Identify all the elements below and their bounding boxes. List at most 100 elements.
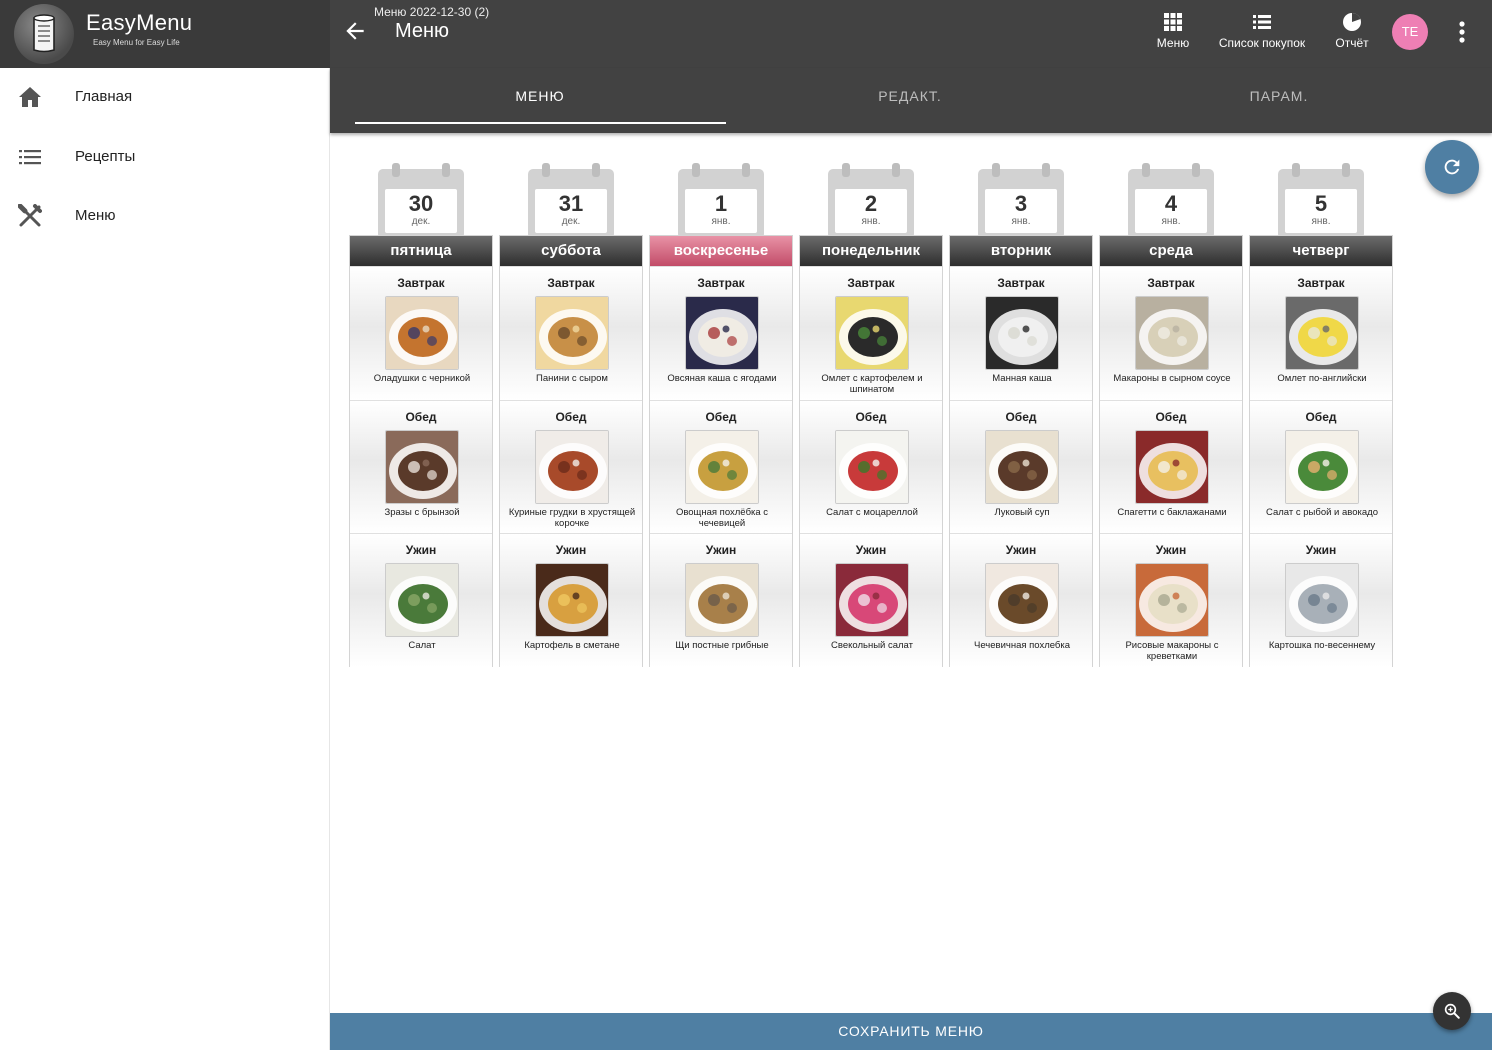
meal-slot[interactable]: Обед Салат с рыбой и авокадо [1250,399,1392,533]
day-number: 4 [1164,191,1178,216]
meal-slot[interactable]: Ужин Свекольный салат [800,533,942,667]
tab-params[interactable]: ПАРАМ. [1094,68,1464,133]
meal-slot[interactable]: Обед Овощная похлёбка с чечевицей [650,399,792,533]
dish-image[interactable] [985,563,1059,637]
meal-slot[interactable]: Обед Зразы с брынзой [350,399,492,533]
day-card: пятница Завтрак Оладушки с черникой Обед Зра… [349,235,493,667]
dish-name: Омлет с картофелем и шпинатом [821,373,923,395]
dish-image[interactable] [1135,296,1209,370]
dish-image[interactable] [835,296,909,370]
meal-slot[interactable]: Завтрак Макароны в сырном соусе [1100,266,1242,400]
dish-image[interactable] [1285,429,1359,504]
calendar-ring [442,163,450,177]
day-card: среда Завтрак Макароны в сырном соусе Обед С… [1099,235,1243,667]
weekday-header: пятница [350,236,492,266]
dish-image[interactable] [1135,429,1209,504]
dish-name: Свекольный салат [831,640,913,651]
zoom-button[interactable] [1433,992,1471,1030]
dish-image[interactable] [685,563,759,637]
meal-slot[interactable]: Ужин Рисовые макароны с креветками [1100,533,1242,667]
food-photo-icon [536,430,608,503]
month-abbr: дек. [411,216,431,227]
calendar-body: 5 янв. [1278,169,1364,239]
dish-image[interactable] [685,296,759,370]
dish-image[interactable] [535,296,609,370]
save-menu-button[interactable]: СОХРАНИТЬ МЕНЮ [330,1013,1492,1050]
tab-edit[interactable]: РЕДАКТ. [725,68,1095,133]
dish-image[interactable] [1135,563,1209,637]
meal-slot[interactable]: Обед Салат с моцареллой [800,399,942,533]
dish-image[interactable] [685,429,759,504]
dish-image[interactable] [385,563,459,637]
calendar-date-icon: 31 дек. [528,163,614,239]
food-photo-icon [386,297,458,369]
dish-image[interactable] [385,429,459,504]
shopping-list-button[interactable]: Список покупок [1212,12,1312,50]
meal-slot[interactable]: Завтрак Овсяная каша с ягодами [650,266,792,400]
food-photo-icon [1136,297,1208,369]
dish-name: Манная каша [992,373,1052,384]
meal-label: Завтрак [547,276,595,290]
meal-slot[interactable]: Завтрак Омлет по-английски [1250,266,1392,400]
list-icon [1253,15,1271,29]
calendar-ring [692,163,700,177]
dish-image[interactable] [985,429,1059,504]
dish-image[interactable] [1285,563,1359,637]
dish-image[interactable] [535,429,609,504]
calendar-date-icon: 4 янв. [1128,163,1214,239]
dish-name: Рисовые макароны с креветками [1125,640,1219,662]
refresh-icon [1444,159,1460,175]
page-subtitle: Меню 2022-12-30 (2) [374,5,490,19]
dish-image[interactable] [985,296,1059,370]
dish-image[interactable] [385,296,459,370]
zoom-in-icon [1444,1003,1460,1019]
food-photo-icon [686,430,758,503]
food-photo-icon [836,297,908,369]
meal-slot[interactable]: Обед Куриные грудки в хрустящей корочке [500,399,642,533]
dish-name: Салат [408,640,436,651]
calendar-face: 4 янв. [1135,189,1207,233]
meal-label: Ужин [405,543,437,557]
meal-slot[interactable]: Ужин Картошка по-весеннему [1250,533,1392,667]
sidebar: Главная Рецепты Меню [0,68,330,1050]
day-card: суббота Завтрак Панини с сыром Обед Куриные … [499,235,643,667]
sidebar-item-menu[interactable]: Меню [0,187,330,245]
meal-label: Завтрак [1297,276,1345,290]
sidebar-item-home[interactable]: Главная [0,68,330,126]
month-abbr: янв. [1311,216,1331,227]
dish-image[interactable] [1285,296,1359,370]
month-abbr: янв. [711,216,731,227]
meal-slot[interactable]: Ужин Салат [350,533,492,667]
meal-slot[interactable]: Завтрак Манная каша [950,266,1092,400]
month-abbr: янв. [1161,216,1181,227]
more-vert-icon[interactable] [1452,18,1472,46]
meal-slot[interactable]: Обед Спагетти с баклажанами [1100,399,1242,533]
user-avatar[interactable]: TE [1392,14,1428,50]
dish-image[interactable] [835,429,909,504]
logo-area: EasyMenu Easy Menu for Easy Life [0,0,330,68]
month-abbr: янв. [861,216,881,227]
dish-image[interactable] [535,563,609,637]
meal-slot[interactable]: Завтрак Оладушки с черникой [350,266,492,400]
back-arrow-icon[interactable] [342,18,368,44]
pie-chart-icon [1343,12,1361,31]
sidebar-item-recipes[interactable]: Рецепты [0,128,330,186]
cutlery-icon [18,204,42,227]
meal-label: Ужин [1305,543,1337,557]
calendar-ring [542,163,550,177]
meal-slot[interactable]: Завтрак Панини с сыром [500,266,642,400]
meal-slot[interactable]: Ужин Щи постные грибные [650,533,792,667]
food-photo-icon [686,297,758,369]
day-number: 31 [558,191,584,216]
refresh-button[interactable] [1425,140,1479,194]
meal-slot[interactable]: Обед Луковый суп [950,399,1092,533]
meal-slot[interactable]: Ужин Картофель в сметане [500,533,642,667]
meal-slot[interactable]: Завтрак Омлет с картофелем и шпинатом [800,266,942,400]
shopping-list-label: Список покупок [1218,36,1306,50]
dish-image[interactable] [835,563,909,637]
menu-action-button[interactable]: Меню [1151,12,1195,50]
meal-slot[interactable]: Ужин Чечевичная похлебка [950,533,1092,667]
day-number: 3 [1014,191,1028,216]
report-button[interactable]: Отчёт [1329,12,1375,50]
calendar-face: 5 янв. [1285,189,1357,233]
